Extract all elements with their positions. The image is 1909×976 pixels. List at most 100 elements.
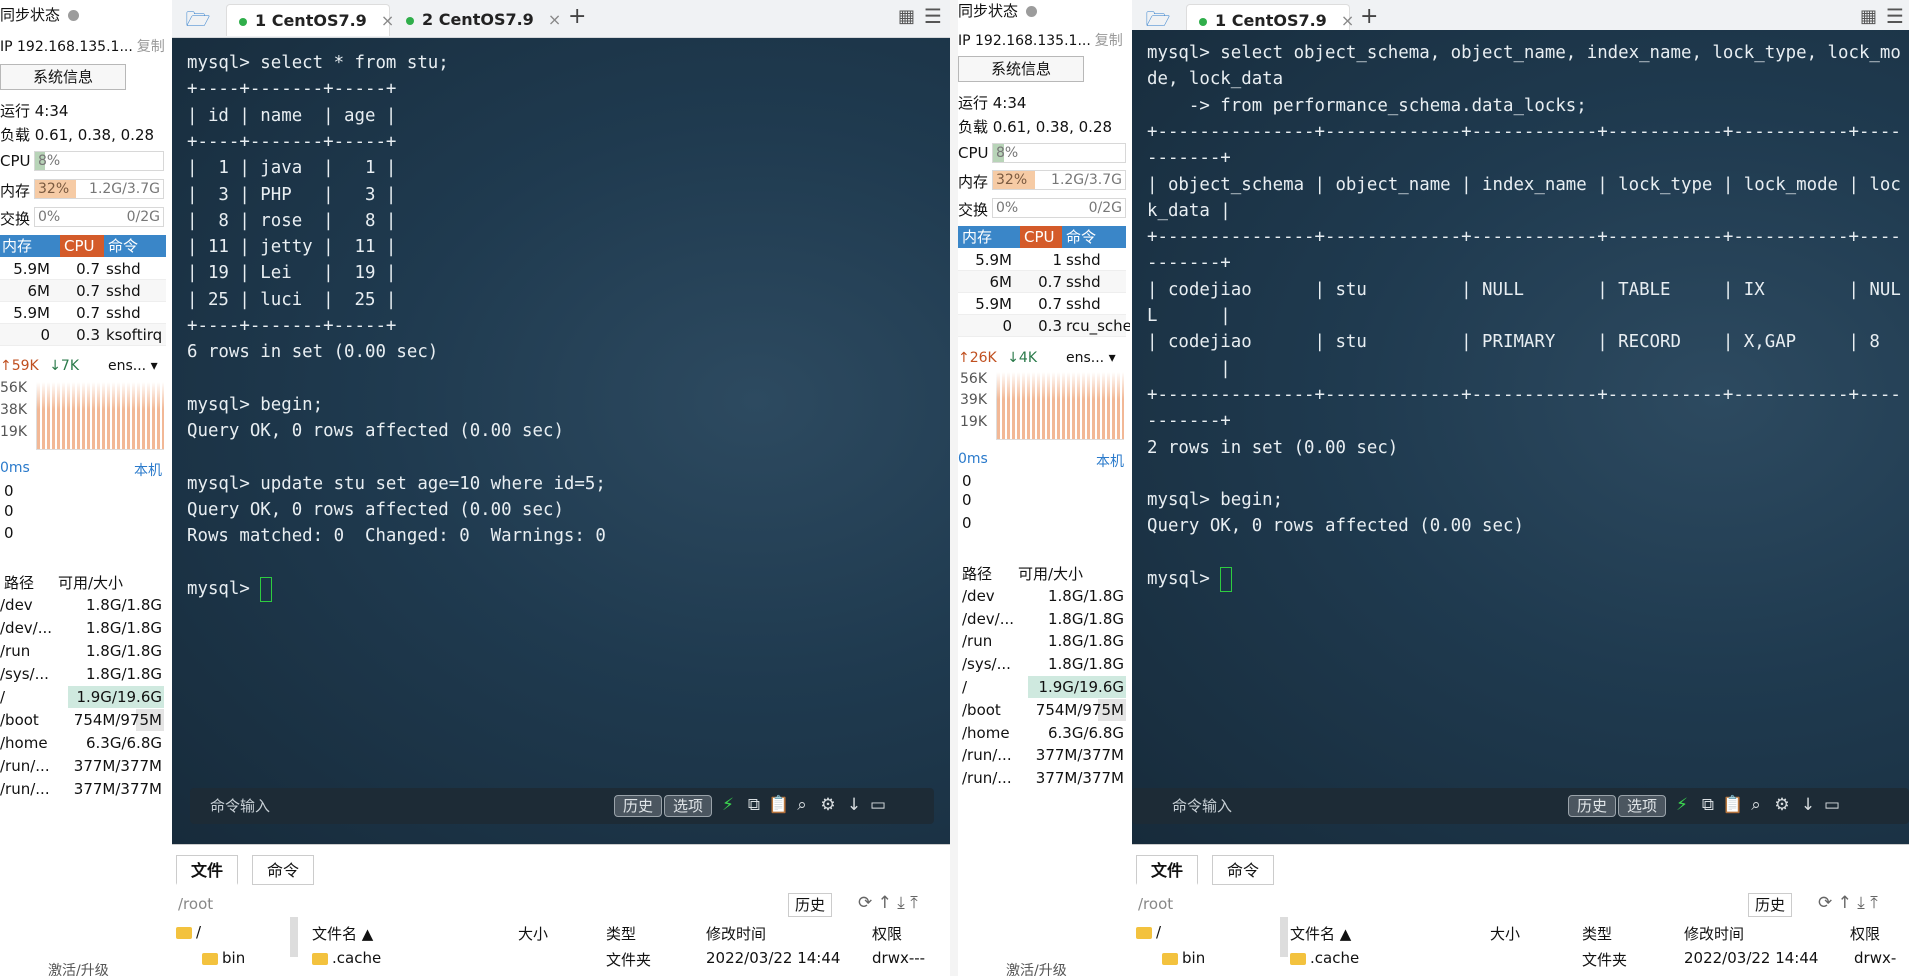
file-row[interactable]: .cache [1290, 949, 1359, 967]
folder-icon [1136, 926, 1152, 939]
disk-size: 1.8G/1.8G [1047, 587, 1124, 605]
history-button[interactable]: 历史 [1568, 795, 1617, 817]
gear-icon[interactable]: ⚙ [818, 794, 838, 816]
search-icon[interactable]: ⌕ [1746, 794, 1766, 816]
tree-root[interactable]: / [176, 923, 201, 941]
cpu-bar: 8% [992, 143, 1126, 163]
command-input-bar[interactable]: 命令输入 历史 选项 ⚡ ⧉ 📋 ⌕ ⚙ ↓ ▭ [190, 788, 934, 824]
chevron-down-icon: ▾ [150, 358, 158, 374]
menu-icon[interactable]: ☰ [924, 4, 942, 28]
activate-link[interactable]: 激活/升级 [1006, 960, 1067, 976]
net-graph [36, 382, 164, 450]
folder-icon [312, 952, 328, 965]
col-type[interactable]: 类型 [1582, 923, 1612, 944]
current-path[interactable]: /root [178, 895, 213, 913]
close-icon[interactable]: × [548, 10, 561, 29]
tab-commands[interactable]: 命令 [1212, 855, 1275, 885]
net-interface-select[interactable]: ens... ▾ [1066, 350, 1116, 366]
refresh-icon[interactable]: ⟳ ↑ ⤓ ⤒ [1818, 893, 1878, 913]
tab-session-1[interactable]: 1 CentOS7.9 × [226, 4, 394, 36]
disk-size: 377M/377M [1035, 746, 1124, 764]
close-icon[interactable]: × [381, 11, 394, 30]
menu-icon[interactable]: ☰ [1886, 4, 1904, 28]
disk-size: 1.9G/19.6G [76, 688, 162, 706]
history-button[interactable]: 历史 [1748, 893, 1793, 917]
gear-icon[interactable]: ⚙ [1772, 794, 1792, 816]
file-row[interactable]: .cache [312, 949, 381, 967]
disk-row: /boot [0, 711, 39, 729]
disk-header-path: 路径 [962, 565, 993, 583]
sysinfo-button[interactable]: 系统信息 [958, 56, 1084, 82]
col-mtime[interactable]: 修改时间 [706, 923, 766, 944]
disk-row: / [0, 688, 6, 706]
grid-view-icon[interactable]: ▦ [1860, 6, 1877, 27]
terminal-line: -> from performance_schema.data_locks; [1147, 95, 1587, 116]
col-mtime[interactable]: 修改时间 [1684, 923, 1744, 944]
history-button[interactable]: 历史 [614, 795, 663, 817]
sync-status: 同步状态 [958, 0, 1038, 21]
disk-size: 6.3G/6.8G [1047, 724, 1124, 742]
add-tab-button[interactable]: + [1360, 4, 1378, 29]
load-average: 负载 0.61, 0.38, 0.28 [958, 118, 1113, 136]
add-tab-button[interactable]: + [568, 4, 586, 29]
col-perm[interactable]: 权限 [1850, 923, 1880, 944]
col-size[interactable]: 大小 [1490, 923, 1520, 944]
arrow-down-icon[interactable]: ↓ [1798, 794, 1818, 816]
tab-files[interactable]: 文件 [176, 855, 239, 885]
col-filename[interactable]: 文件名 ▲ [312, 923, 373, 944]
copy-icon[interactable]: ⧉ [1698, 794, 1718, 816]
terminal[interactable]: mysql> select * from stu; +----+-------+-… [172, 38, 950, 844]
net-scale-top: 56K [0, 380, 27, 396]
arrow-down-icon[interactable]: ↓ [844, 794, 864, 816]
tab-session-2[interactable]: 2 CentOS7.9 × [394, 4, 561, 36]
tree-item-bin[interactable]: bin [1162, 949, 1205, 967]
folder-icon[interactable]: 🗁 [1142, 6, 1174, 32]
paste-icon[interactable]: 📋 [1722, 794, 1743, 816]
disk-row: /run [0, 642, 31, 660]
command-input-bar[interactable]: 命令输入 历史 选项 ⚡ ⧉ 📋 ⌕ ⚙ ↓ ▭ [1132, 788, 1909, 824]
options-button[interactable]: 选项 [1618, 795, 1667, 817]
sysinfo-button[interactable]: 系统信息 [0, 64, 126, 90]
tree-root[interactable]: / [1136, 923, 1161, 941]
terminal-line: L | [1147, 306, 1231, 326]
grid-view-icon[interactable]: ▦ [898, 6, 915, 27]
maximize-icon[interactable]: ▭ [1822, 794, 1842, 816]
folder-icon [202, 952, 218, 965]
lightning-icon[interactable]: ⚡ [718, 794, 738, 816]
search-icon[interactable]: ⌕ [792, 794, 812, 816]
folder-icon[interactable]: 🗁 [182, 6, 214, 32]
col-size[interactable]: 大小 [518, 923, 548, 944]
file-mtime: 2022/03/22 14:44 [706, 949, 841, 967]
close-icon[interactable]: × [1341, 11, 1354, 30]
uptime: 运行 4:34 [958, 94, 1027, 112]
net-interface-select[interactable]: ens... ▾ [108, 358, 158, 374]
refresh-icon[interactable]: ⟳ ↑ ⤓ ⤒ [858, 893, 918, 913]
mem-bar: 32% 1.2G/3.7G [992, 170, 1126, 190]
activate-link[interactable]: 激活/升级 [48, 960, 109, 976]
col-type[interactable]: 类型 [606, 923, 636, 944]
ip-address: IP 192.168.135.1... 复制 [958, 33, 1123, 49]
paste-icon[interactable]: 📋 [768, 794, 789, 816]
tab-commands[interactable]: 命令 [252, 855, 315, 885]
terminal-line: 6 rows in set (0.00 sec) [187, 342, 439, 363]
copy-link[interactable]: 复制 [1095, 33, 1123, 49]
terminal-line: | 3 | PHP | 3 | [187, 184, 397, 205]
tab-files[interactable]: 文件 [1136, 855, 1199, 885]
options-button[interactable]: 选项 [664, 795, 713, 817]
maximize-icon[interactable]: ▭ [868, 794, 888, 816]
split-divider[interactable] [950, 0, 958, 976]
tree-item-bin[interactable]: bin [202, 949, 245, 967]
copy-icon[interactable]: ⧉ [744, 794, 764, 816]
col-filename[interactable]: 文件名 ▲ [1290, 923, 1351, 944]
disk-row: /run/... [0, 780, 50, 798]
disk-row: /dev [962, 587, 995, 605]
history-button[interactable]: 历史 [788, 893, 833, 917]
terminal-line: | 8 | rose | 8 | [187, 210, 397, 231]
ip-address: IP 192.168.135.1... 复制 [0, 39, 165, 55]
copy-link[interactable]: 复制 [137, 39, 165, 55]
connected-icon [239, 17, 247, 26]
current-path[interactable]: /root [1138, 895, 1173, 913]
terminal[interactable]: mysql> select object_schema, object_name… [1132, 30, 1909, 844]
col-perm[interactable]: 权限 [872, 923, 902, 944]
lightning-icon[interactable]: ⚡ [1672, 794, 1692, 816]
